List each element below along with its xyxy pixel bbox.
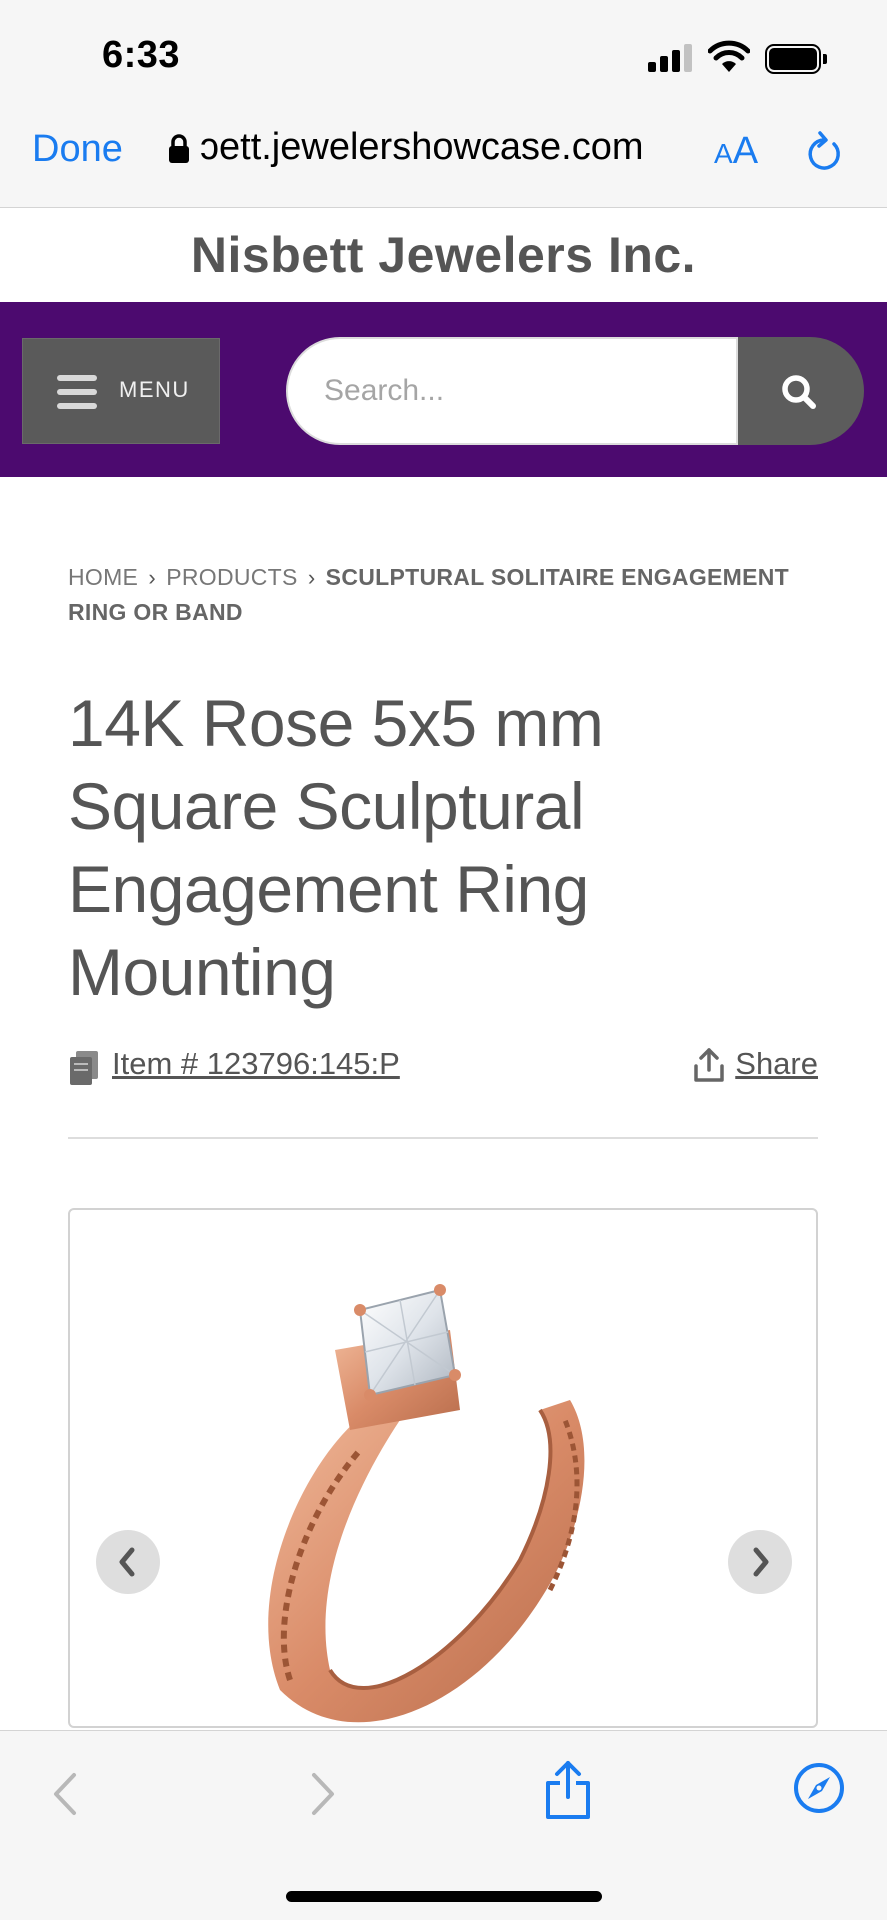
share-sheet-icon[interactable] <box>542 1759 594 1821</box>
lock-icon <box>169 134 189 163</box>
browser-bottom-toolbar <box>0 1730 887 1920</box>
product-image-carousel <box>68 1208 818 1728</box>
share-link[interactable]: Share <box>735 1046 818 1082</box>
nav-bar: MENU <box>0 302 887 477</box>
breadcrumb-products[interactable]: PRODUCTS <box>166 564 297 590</box>
product-image[interactable] <box>250 1260 630 1728</box>
breadcrumb: HOME › PRODUCTS › SCULPTURAL SOLITAIRE ENGAG… <box>68 560 828 629</box>
breadcrumb-home[interactable]: HOME <box>68 564 138 590</box>
site-header: Nisbett Jewelers Inc. <box>0 209 887 302</box>
reload-icon[interactable] <box>804 130 844 172</box>
search-input[interactable] <box>286 337 738 445</box>
battery-icon <box>765 44 827 74</box>
done-button[interactable]: Done <box>32 128 123 171</box>
chevron-right-icon <box>753 1547 769 1577</box>
wifi-icon <box>708 40 750 72</box>
url-field[interactable]: ɔett.jewelershowcase.com <box>200 126 678 169</box>
item-row: Item # 123796:145:P Share <box>68 1044 818 1090</box>
compass-icon[interactable] <box>792 1761 846 1815</box>
carousel-next-button[interactable] <box>728 1530 792 1594</box>
back-icon[interactable] <box>46 1769 86 1819</box>
search-icon <box>782 375 816 409</box>
site-title[interactable]: Nisbett Jewelers Inc. <box>191 227 696 283</box>
share-label: Share <box>735 1046 818 1081</box>
status-time: 6:33 <box>102 34 181 76</box>
item-number-link[interactable]: Item # 123796:145:P <box>112 1046 400 1082</box>
carousel-prev-button[interactable] <box>96 1530 160 1594</box>
chevron-right-icon: › <box>148 565 157 590</box>
menu-label: MENU <box>119 377 190 402</box>
browser-top-chrome: 6:33 Done ɔett.jewelershowcase.com AA <box>0 0 887 208</box>
chevron-left-icon <box>119 1547 135 1577</box>
text-size-small-label: A <box>714 138 733 169</box>
menu-button[interactable]: MENU <box>22 338 220 444</box>
cellular-signal-icon <box>648 44 694 72</box>
search-button[interactable] <box>738 337 864 445</box>
search-form <box>286 337 864 445</box>
text-size-button[interactable]: AA <box>714 130 758 173</box>
divider <box>68 1137 818 1139</box>
chevron-right-icon: › <box>307 565 316 590</box>
document-icon <box>70 1051 98 1085</box>
text-size-large-label: A <box>732 130 759 172</box>
product-title: 14K Rose 5x5 mm Square Sculptural Engage… <box>68 686 604 1009</box>
hamburger-icon <box>57 375 97 409</box>
home-indicator[interactable] <box>286 1891 602 1902</box>
share-icon[interactable] <box>692 1046 726 1084</box>
forward-icon[interactable] <box>302 1769 342 1819</box>
